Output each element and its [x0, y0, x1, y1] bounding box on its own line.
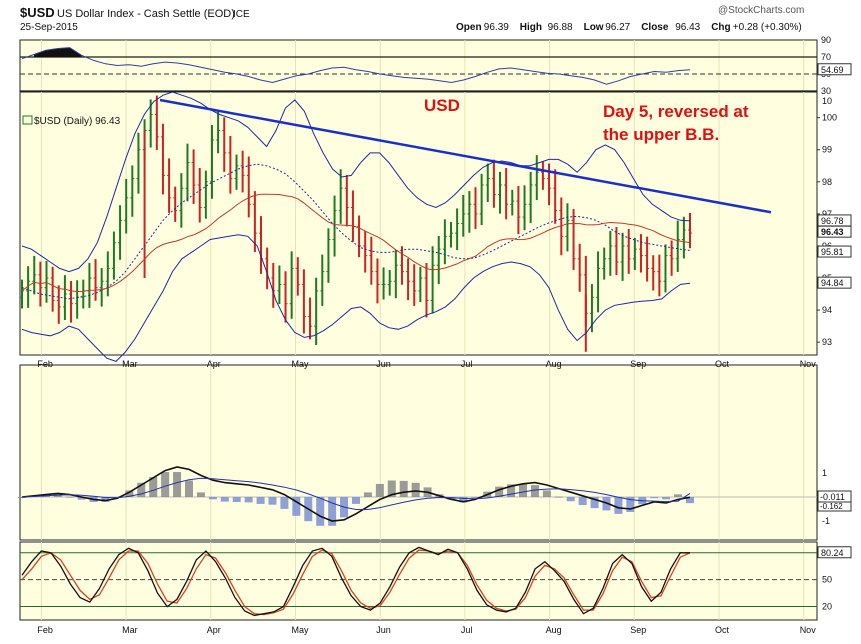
month-label-top: Mar: [122, 359, 138, 369]
macd-histogram-bar: [208, 497, 217, 500]
ohlc-label-high: High: [520, 22, 542, 33]
macd-histogram-bar: [578, 497, 587, 506]
watermark: @StockCharts.com: [718, 5, 804, 16]
price-label: 95.81: [821, 247, 844, 257]
macd-histogram-bar: [185, 480, 193, 497]
price-label: 96.43: [821, 227, 844, 237]
chart-date: 25-Sep-2015: [20, 22, 78, 33]
price-label: 94.84: [821, 278, 844, 288]
macd-hist-label: -0.162: [820, 502, 843, 511]
macd-histogram-bar: [519, 483, 527, 497]
ohlc-label-open: Open: [456, 22, 482, 33]
ohlc-value-high: 96.88: [548, 22, 573, 33]
macd-histogram-bar: [316, 497, 325, 526]
annotation-note-line2: the upper B.B.: [603, 125, 719, 144]
month-label-top: Jul: [461, 359, 473, 369]
price-tick-label: 10: [822, 96, 832, 106]
macd-histogram-bar: [662, 497, 671, 500]
macd-histogram-bar: [268, 497, 277, 505]
macd-histogram-bar: [232, 497, 241, 502]
macd-histogram-bar: [542, 490, 551, 497]
month-label-top: Apr: [207, 359, 221, 369]
month-label-bottom: Feb: [37, 625, 53, 635]
month-label-top: Sep: [630, 359, 646, 369]
macd-histogram-bar: [244, 497, 253, 503]
price-tick-label: 99: [822, 145, 832, 155]
month-label-bottom: Sep: [630, 625, 646, 635]
price-tick-label: 93: [822, 337, 832, 347]
ohlc-label-close: Close: [641, 22, 669, 33]
month-label-bottom: Mar: [122, 625, 138, 635]
macd-histogram-bar: [554, 496, 563, 498]
price-tick-label: 100: [822, 113, 837, 123]
series-label: $USD (Daily) 96.43: [34, 116, 121, 127]
macd-histogram-bar: [614, 497, 623, 514]
instrument-name: US Dollar Index - Cash Settle (EOD): [57, 8, 235, 20]
ohlc-value-low: 96.27: [605, 22, 630, 33]
macd-histogram-bar: [256, 497, 265, 504]
macd-histogram-bar: [220, 497, 229, 502]
rsi-tick-label: 30: [821, 86, 831, 96]
month-label-top: Feb: [37, 359, 53, 369]
macd-panel: [19, 364, 818, 541]
ohlc-value-open: 96.39: [484, 22, 509, 33]
annotation-usd: USD: [424, 96, 460, 115]
macd-histogram-bar: [411, 482, 420, 497]
macd-histogram-bar: [375, 483, 384, 497]
exchange-label: ICE: [233, 9, 250, 20]
macd-histogram-bar: [161, 472, 170, 497]
ohlc-label-chg: Chg: [711, 22, 730, 33]
stochastic-tick-label: 20: [822, 602, 832, 612]
stochastic-current-label: 80.24: [821, 548, 844, 558]
macd-histogram-bar: [530, 485, 539, 497]
macd-histogram-bar: [674, 494, 683, 497]
rsi-current-label: 54.69: [821, 65, 844, 75]
month-label-bottom: Nov: [800, 625, 817, 635]
month-label-bottom: Jul: [461, 625, 473, 635]
ohlc-value-close: 96.43: [675, 22, 700, 33]
macd-tick-label: 1: [822, 468, 827, 478]
price-label: 96.78: [821, 216, 844, 226]
macd-current-label: -0.011: [820, 492, 845, 502]
month-label-top: Aug: [546, 359, 562, 369]
macd-histogram-bar: [566, 497, 575, 502]
stock-chart: $USD US Dollar Index - Cash Settle (EOD)I…: [18, 5, 852, 635]
macd-histogram-bar: [363, 492, 372, 497]
month-label-top: May: [291, 359, 309, 369]
month-label-bottom: Aug: [546, 625, 562, 635]
macd-tick-label: -1: [822, 516, 830, 526]
month-label-bottom: Oct: [715, 625, 730, 635]
rsi-tick-label: 90: [821, 35, 831, 45]
annotation-note-line1: Day 5, reversed at: [603, 102, 749, 121]
price-tick-label: 98: [822, 177, 832, 187]
month-label-bottom: Jun: [376, 625, 391, 635]
macd-histogram-bar: [196, 492, 205, 497]
rsi-panel: [19, 39, 818, 92]
macd-histogram-bar: [173, 472, 182, 497]
symbol-title: $USD: [20, 5, 55, 20]
stochastic-tick-label: 50: [822, 575, 832, 585]
macd-histogram-bar: [650, 497, 659, 499]
macd-histogram-bar: [280, 497, 289, 509]
rsi-tick-label: 70: [821, 52, 831, 62]
macd-histogram-bar: [65, 496, 74, 498]
month-label-bottom: May: [291, 625, 309, 635]
ohlc-label-low: Low: [584, 22, 604, 33]
ohlc-value-chg: +0.28 (+0.30%): [733, 22, 802, 33]
price-tick-label: 94: [822, 305, 832, 315]
month-label-top: Oct: [715, 359, 730, 369]
macd-histogram-bar: [352, 497, 360, 504]
macd-histogram-bar: [399, 480, 408, 497]
month-label-bottom: Apr: [207, 625, 221, 635]
month-label-top: Nov: [800, 359, 817, 369]
month-label-top: Jun: [376, 359, 391, 369]
